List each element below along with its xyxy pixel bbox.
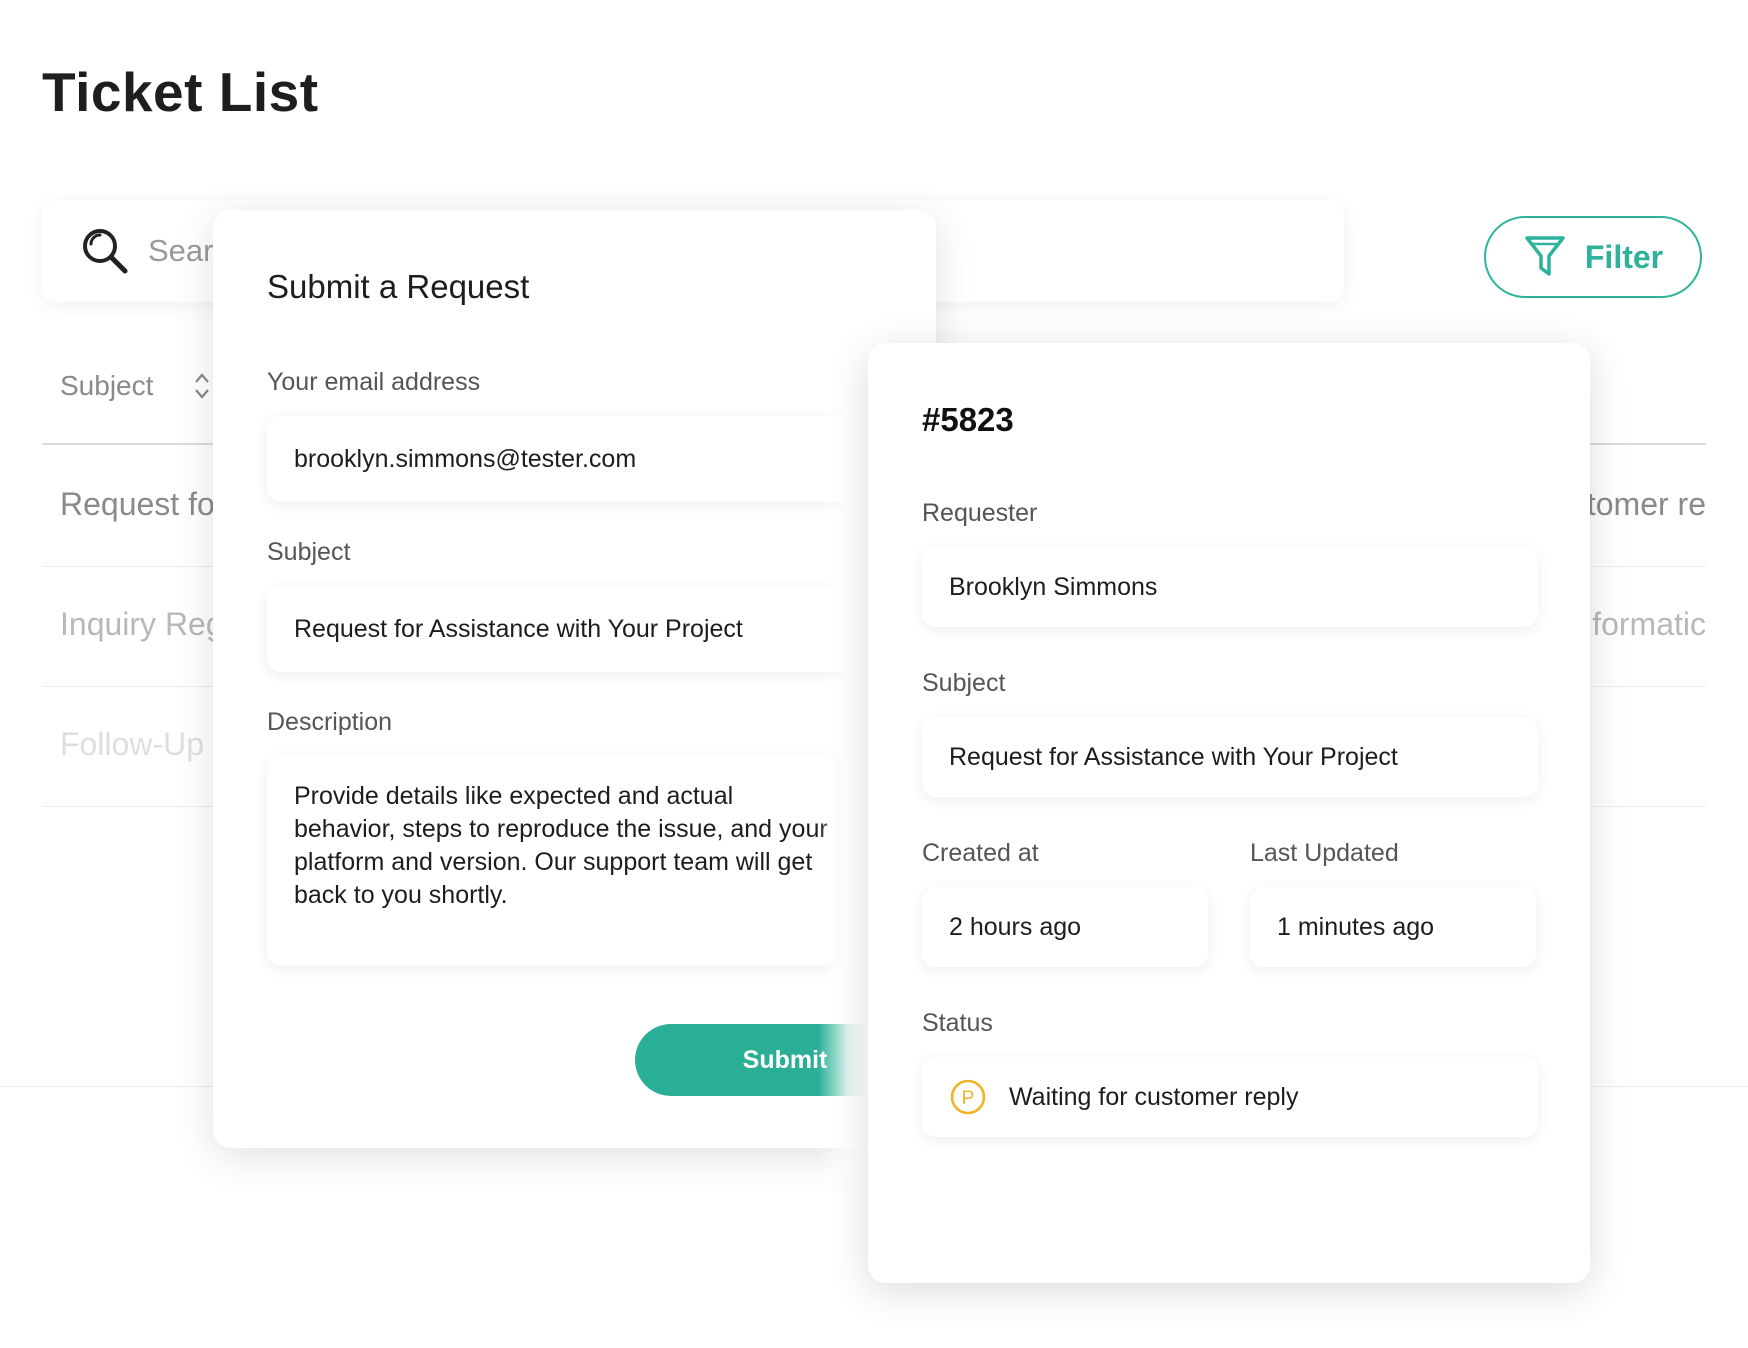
description-field[interactable]: Provide details like expected and actual…	[267, 756, 837, 966]
ticket-subject-label: Subject	[922, 669, 1006, 697]
ticket-subject-value: Request for Assistance with Your Project	[949, 742, 1398, 771]
status-pending-icon: P	[950, 1079, 986, 1115]
svg-text:P: P	[962, 1088, 975, 1109]
column-header-subject[interactable]: Subject	[60, 370, 211, 402]
column-header-label: Subject	[60, 370, 154, 401]
updated-value: 1 minutes ago	[1277, 912, 1435, 941]
email-field[interactable]: brooklyn.simmons@tester.com	[267, 416, 907, 502]
description-label: Description	[267, 708, 393, 736]
row-subject: Follow-Up	[60, 726, 205, 762]
requester-value: Brooklyn Simmons	[949, 572, 1158, 601]
subject-value: Request for Assistance with Your Project	[294, 614, 743, 643]
updated-field: 1 minutes ago	[1250, 887, 1536, 967]
row-subject: Request fo	[60, 486, 215, 522]
created-value: 2 hours ago	[949, 912, 1082, 941]
requester-field: Brooklyn Simmons	[922, 547, 1538, 627]
requester-label: Requester	[922, 499, 1038, 527]
page-title: Ticket List	[42, 61, 319, 123]
filter-label: Filter	[1584, 238, 1664, 275]
filter-button[interactable]: Filter	[1484, 216, 1702, 298]
row-status: tomer re	[1586, 486, 1706, 522]
ticket-id: #5823	[922, 401, 1014, 438]
email-value: brooklyn.simmons@tester.com	[294, 444, 637, 473]
submit-card-title: Submit a Request	[267, 268, 530, 305]
updated-label: Last Updated	[1250, 839, 1399, 867]
subject-field[interactable]: Request for Assistance with Your Project	[267, 586, 907, 672]
sort-icon[interactable]	[193, 371, 211, 401]
row-subject: Inquiry Reg	[60, 606, 224, 642]
row-status: nformatic	[1574, 606, 1706, 642]
search-icon	[83, 229, 128, 274]
subject-label: Subject	[267, 538, 351, 566]
status-value: Waiting for customer reply	[1009, 1082, 1299, 1111]
created-field: 2 hours ago	[922, 887, 1208, 967]
description-value: Provide details like expected and actual…	[294, 782, 828, 909]
status-field: P Waiting for customer reply	[922, 1057, 1538, 1137]
fade-overlay	[818, 400, 868, 1180]
ticket-detail-card: #5823 Requester Brooklyn Simmons Subject…	[868, 343, 1590, 1283]
status-label: Status	[922, 1009, 993, 1037]
email-label: Your email address	[267, 368, 481, 396]
created-label: Created at	[922, 839, 1039, 867]
ticket-subject-field: Request for Assistance with Your Project	[922, 717, 1538, 797]
filter-icon	[1525, 236, 1565, 276]
